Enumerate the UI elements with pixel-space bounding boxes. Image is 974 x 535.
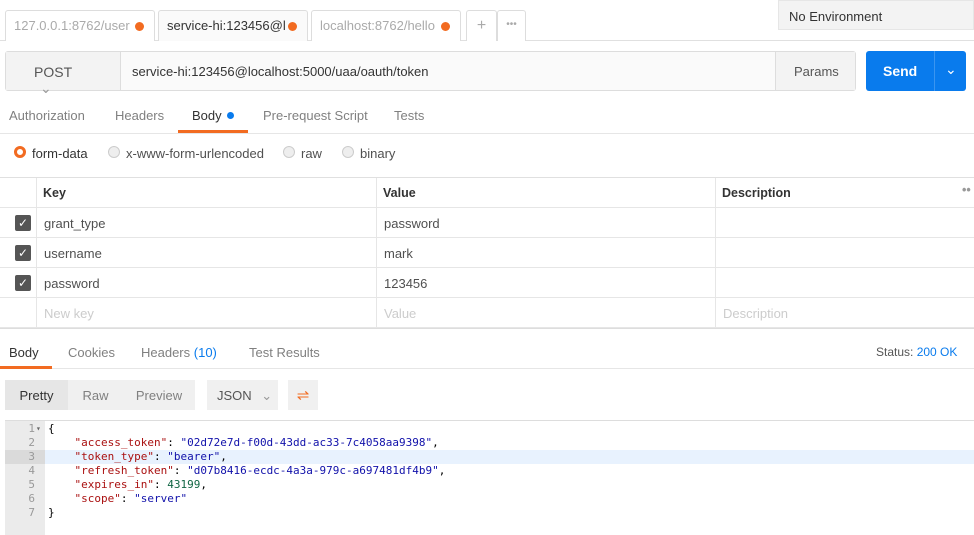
- status-label: Status:: [876, 345, 914, 359]
- status-value: 200 OK: [916, 345, 958, 359]
- environment-select[interactable]: No Environment: [778, 0, 974, 30]
- value-cell[interactable]: 123456: [384, 276, 427, 291]
- add-tab-button[interactable]: +: [466, 10, 497, 41]
- row-checkbox[interactable]: ✓: [15, 215, 31, 231]
- table-row: ✓ username mark: [0, 238, 974, 268]
- line-number: 2: [28, 436, 35, 449]
- radio-urlencoded[interactable]: [108, 146, 120, 158]
- radio-label: form-data: [32, 146, 88, 161]
- tab-pre-request-script[interactable]: Pre-request Script: [263, 108, 368, 123]
- tab-test-results[interactable]: Test Results: [249, 345, 320, 360]
- chevron-down-icon[interactable]: ⌄: [934, 51, 966, 91]
- url-input[interactable]: service-hi:123456@localhost:5000/uaa/oau…: [132, 64, 429, 79]
- dot-icon: [227, 112, 235, 119]
- request-tab-bar: 127.0.0.1:8762/user service-hi:123456@l …: [0, 0, 974, 41]
- code-line: "token_type": "bearer",: [48, 450, 227, 463]
- tab-tests[interactable]: Tests: [394, 108, 424, 123]
- radio-form-data[interactable]: [14, 146, 26, 158]
- new-description-input[interactable]: Description: [723, 306, 788, 321]
- unsaved-dot-icon: [135, 22, 144, 31]
- radio-binary[interactable]: [342, 146, 354, 158]
- radio-label: x-www-form-urlencoded: [126, 146, 264, 161]
- line-number: 7: [28, 506, 35, 519]
- line-number: 4: [28, 464, 35, 477]
- code-line: "refresh_token": "d07b8416-ecdc-4a3a-979…: [48, 464, 446, 477]
- method-label: POST: [34, 64, 72, 80]
- more-icon[interactable]: ••: [962, 183, 971, 197]
- line-number: 1: [28, 422, 35, 435]
- radio-label: raw: [301, 146, 322, 161]
- tab-response-body[interactable]: Body: [9, 345, 39, 360]
- wrap-lines-icon[interactable]: ⇌: [288, 380, 318, 410]
- tab-body[interactable]: Body: [192, 108, 235, 123]
- more-tabs-button[interactable]: •••: [497, 10, 526, 41]
- response-tabs: Body Cookies Headers (10) Test Results S…: [0, 328, 974, 369]
- request-tab[interactable]: localhost:8762/hello: [311, 10, 461, 41]
- format-select[interactable]: JSON ⌄: [207, 380, 278, 410]
- method-select[interactable]: POST ⌄: [6, 52, 121, 96]
- column-key: Key: [43, 186, 66, 200]
- response-status: Status: 200 OK: [876, 345, 957, 359]
- tab-label: service-hi:123456@l: [167, 18, 286, 33]
- code-line: "access_token": "02d72e7d-f00d-43dd-ac33…: [48, 436, 439, 449]
- tab-label: localhost:8762/hello: [320, 18, 435, 33]
- new-key-input[interactable]: New key: [44, 306, 94, 321]
- line-number: 3: [28, 450, 35, 463]
- divider: [0, 133, 974, 134]
- value-cell[interactable]: mark: [384, 246, 413, 261]
- pretty-button[interactable]: Pretty: [5, 380, 68, 410]
- table-header: Key Value Description ••: [0, 177, 974, 208]
- code-line: {: [48, 422, 55, 435]
- fold-arrow-icon[interactable]: ▾: [36, 422, 41, 436]
- row-checkbox[interactable]: ✓: [15, 275, 31, 291]
- key-cell[interactable]: grant_type: [44, 216, 105, 231]
- request-tab-active[interactable]: service-hi:123456@l: [158, 10, 308, 41]
- new-value-input[interactable]: Value: [384, 306, 416, 321]
- row-checkbox[interactable]: ✓: [15, 245, 31, 261]
- url-bar: POST ⌄ service-hi:123456@localhost:5000/…: [5, 51, 856, 96]
- tab-authorization[interactable]: Authorization: [9, 108, 85, 123]
- line-number: 5: [28, 478, 35, 491]
- tab-cookies[interactable]: Cookies: [68, 345, 115, 360]
- unsaved-dot-icon: [441, 22, 450, 31]
- code-line: "scope": "server": [48, 492, 188, 505]
- format-label: JSON: [217, 388, 252, 403]
- tab-headers[interactable]: Headers: [115, 108, 164, 123]
- send-label: Send: [883, 63, 918, 79]
- code-line: "expires_in": 43199,: [48, 478, 207, 491]
- response-code-editor[interactable]: 1 ▾ 2 3 4 5 6 7 { "access_token": "02d72e…: [5, 420, 974, 535]
- params-button[interactable]: Params: [775, 52, 855, 90]
- chevron-down-icon: ⌄: [40, 80, 52, 96]
- table-row: ✓ password 123456: [0, 268, 974, 298]
- tab-label: Headers: [141, 345, 191, 360]
- line-number: 6: [28, 492, 35, 505]
- unsaved-dot-icon: [288, 22, 297, 31]
- table-row: ✓ grant_type password: [0, 208, 974, 238]
- value-cell[interactable]: password: [384, 216, 440, 231]
- new-row: New key Value Description: [0, 298, 974, 328]
- radio-raw[interactable]: [283, 146, 295, 158]
- tab-label: Body: [192, 108, 222, 123]
- column-value: Value: [383, 186, 416, 200]
- radio-label: binary: [360, 146, 396, 161]
- active-tab-underline: [0, 366, 52, 369]
- column-description: Description: [722, 186, 791, 200]
- send-button[interactable]: Send ⌄: [866, 51, 966, 91]
- tab-response-headers[interactable]: Headers (10): [141, 345, 217, 360]
- raw-button[interactable]: Raw: [68, 380, 123, 410]
- key-cell[interactable]: password: [44, 276, 100, 291]
- key-cell[interactable]: username: [44, 246, 102, 261]
- request-tab[interactable]: 127.0.0.1:8762/user: [5, 10, 155, 41]
- chevron-down-icon: ⌄: [261, 388, 273, 403]
- headers-count: (10): [193, 345, 217, 360]
- tab-label: 127.0.0.1:8762/user: [14, 18, 130, 33]
- preview-button[interactable]: Preview: [123, 380, 195, 410]
- code-line: }: [48, 506, 55, 519]
